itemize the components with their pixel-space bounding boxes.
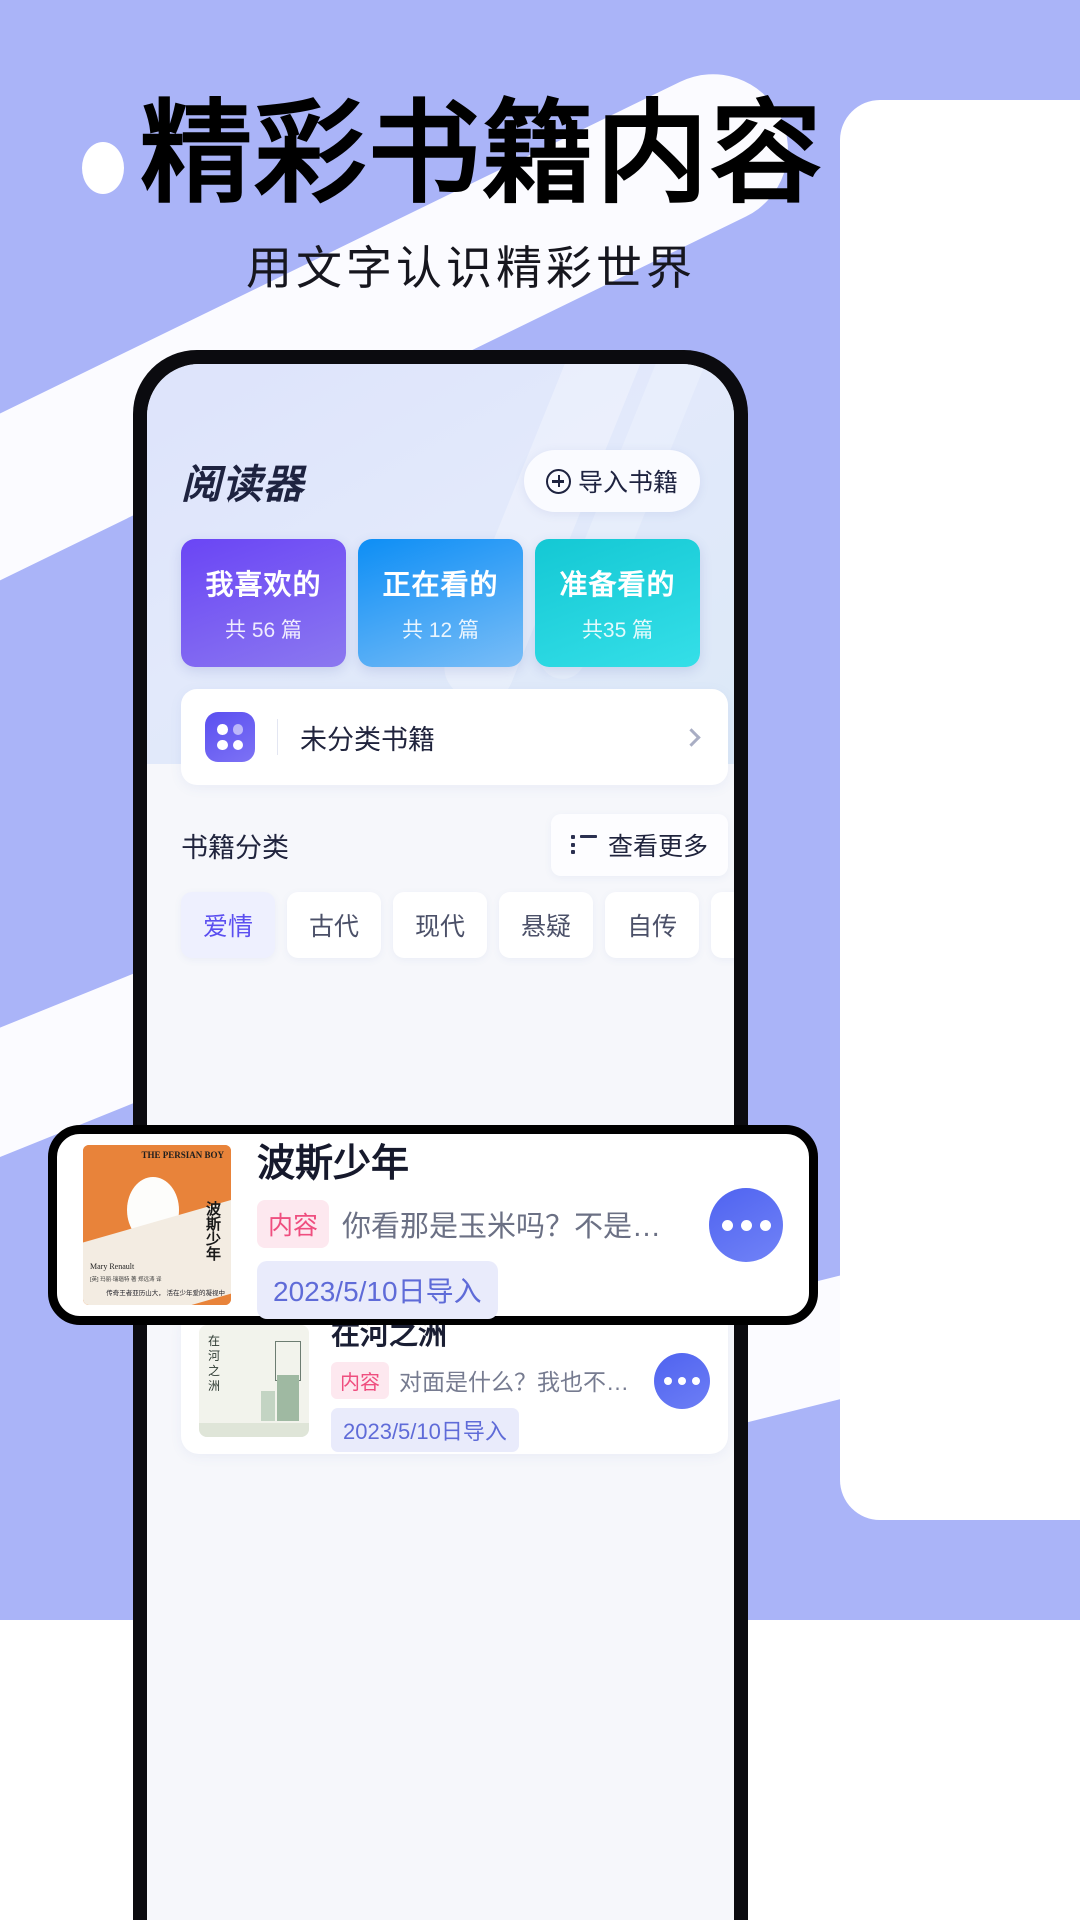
ellipsis-icon[interactable] bbox=[654, 1353, 710, 1409]
app-header: 阅读器 导入书籍 bbox=[147, 450, 734, 512]
highlighted-book-card[interactable]: THE PERSIAN BOY 波斯少年 Mary Renault [英] 玛丽… bbox=[48, 1125, 818, 1325]
bullet-dot-icon bbox=[82, 142, 124, 194]
cover-chinese-title: 波斯少年 bbox=[204, 1201, 220, 1261]
stat-card-name: 准备看的 bbox=[559, 568, 676, 600]
chevron-right-icon bbox=[682, 727, 701, 747]
app-title: 阅读器 bbox=[181, 463, 304, 507]
category-tag-romance[interactable]: 爱情 bbox=[181, 892, 276, 958]
page-title: 精彩书籍内容 bbox=[140, 91, 824, 216]
import-date-badge: 2023/5/10日导入 bbox=[331, 1407, 519, 1452]
stat-card-row: 我喜欢的 共 56 篇 正在看的 共 12 篇 准备看的 共35 篇 bbox=[147, 539, 734, 667]
ellipsis-icon[interactable] bbox=[709, 1188, 783, 1262]
category-tag-autobiography[interactable]: 自传 bbox=[605, 892, 700, 958]
category-section-header: 书籍分类 查看更多 bbox=[181, 814, 728, 876]
stat-card-to-read[interactable]: 准备看的 共35 篇 bbox=[535, 539, 700, 667]
import-books-button[interactable]: 导入书籍 bbox=[523, 450, 700, 512]
book-cover-persian-boy: THE PERSIAN BOY 波斯少年 Mary Renault [英] 玛丽… bbox=[83, 1145, 231, 1305]
book-cover: 在河之洲 bbox=[199, 1325, 309, 1437]
list-icon bbox=[570, 835, 597, 855]
category-tag-suspense[interactable]: 悬疑 bbox=[499, 892, 594, 958]
book-title: 波斯少年 bbox=[257, 1142, 410, 1185]
list-item[interactable]: 在河之洲 在河之洲 内容 对面是什么？我也不指导，那… 2023/5/10日导入 bbox=[181, 1308, 728, 1454]
import-books-label: 导入书籍 bbox=[577, 469, 678, 497]
cover-author-sub: [英] 玛丽·瑞瑙特 著 郑远涛 译 bbox=[90, 1277, 162, 1284]
highlighted-book-info: 波斯少年 内容 你看那是玉米吗？不是，那一… 2023/5/10日导入 bbox=[257, 1132, 683, 1319]
page-subtitle: 用文字认识精彩世界 bbox=[246, 243, 696, 294]
category-section-title: 书籍分类 bbox=[181, 832, 289, 863]
cover-english-title: THE PERSIAN BOY bbox=[141, 1150, 224, 1160]
plus-circle-icon bbox=[545, 468, 571, 494]
grid-dots-icon bbox=[205, 712, 255, 762]
content-badge: 内容 bbox=[257, 1199, 330, 1248]
uncategorized-label: 未分类书籍 bbox=[300, 724, 435, 755]
view-more-button[interactable]: 查看更多 bbox=[550, 814, 728, 876]
category-tag-row: 爱情 古代 现代 悬疑 自传 校园 bbox=[181, 892, 734, 958]
category-tag-modern[interactable]: 现代 bbox=[393, 892, 488, 958]
cover-author: Mary Renault bbox=[90, 1262, 135, 1271]
stat-card-count: 共 12 篇 bbox=[401, 618, 480, 642]
stat-card-count: 共 56 篇 bbox=[224, 618, 303, 642]
stat-card-reading[interactable]: 正在看的 共 12 篇 bbox=[358, 539, 523, 667]
stat-card-name: 我喜欢的 bbox=[205, 568, 322, 600]
content-badge: 内容 bbox=[331, 1361, 389, 1399]
stat-card-count: 共35 篇 bbox=[581, 618, 654, 642]
stat-card-favorites[interactable]: 我喜欢的 共 56 篇 bbox=[181, 539, 346, 667]
uncategorized-books-row[interactable]: 未分类书籍 bbox=[181, 689, 728, 785]
category-tag-ancient[interactable]: 古代 bbox=[287, 892, 382, 958]
book-excerpt: 你看那是玉米吗？不是，那一… bbox=[342, 1210, 683, 1243]
import-date-badge: 2023/5/10日导入 bbox=[257, 1260, 498, 1319]
divider bbox=[277, 719, 278, 755]
category-tag-campus[interactable]: 校园 bbox=[711, 892, 734, 958]
book-excerpt: 对面是什么？我也不指导，那… bbox=[399, 1369, 632, 1395]
stat-card-name: 正在看的 bbox=[382, 568, 499, 600]
view-more-label: 查看更多 bbox=[607, 833, 708, 861]
cover-tagline: 传奇王者亚历山大， 活在少年爱的凝视中 bbox=[106, 1289, 225, 1297]
